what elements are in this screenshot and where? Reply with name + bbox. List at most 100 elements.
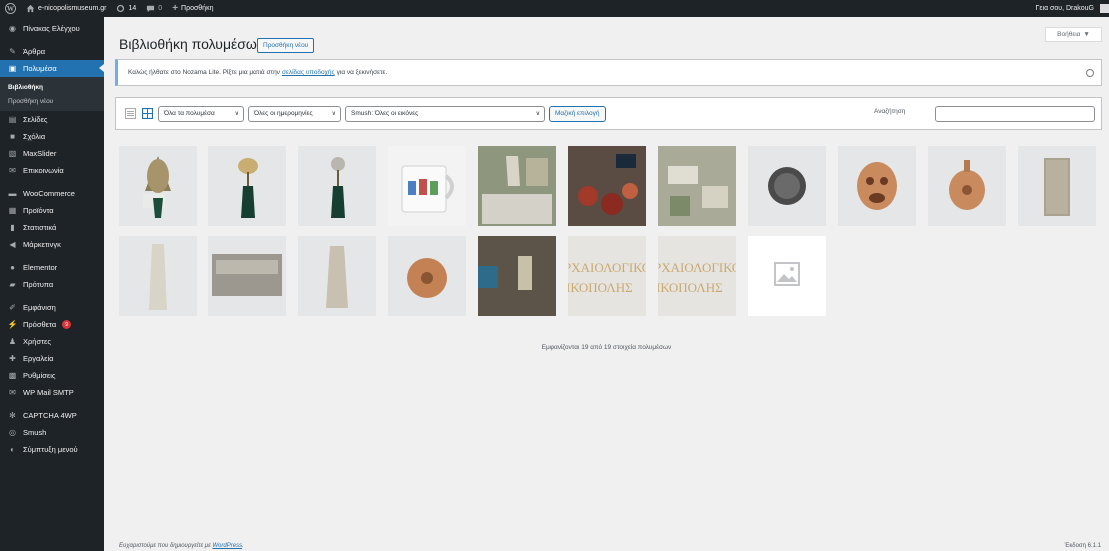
collapse-icon: ◐: [10, 445, 15, 454]
new-content-link[interactable]: + Προσθήκη: [167, 0, 218, 17]
media-item[interactable]: [388, 146, 466, 226]
sidebar-item-label: MaxSlider: [23, 149, 57, 158]
add-new-media-button[interactable]: Προσθήκη νέου: [257, 38, 315, 53]
sidebar-item-captcha[interactable]: ✻ CAPTCHA 4WP: [0, 407, 104, 424]
footer-thanks-text: Ευχαριστούμε που δημιουργείτε με: [119, 543, 211, 549]
sidebar-item-label: WP Mail SMTP: [23, 388, 74, 397]
sidebar-item-wp-mail-smtp[interactable]: ✉ WP Mail SMTP: [0, 384, 104, 401]
media-item[interactable]: [478, 236, 556, 316]
sidebar-item-woocommerce[interactable]: ▬ WooCommerce: [0, 185, 104, 202]
search-input[interactable]: [935, 106, 1095, 122]
banner-line-2-text: ΙΚΟΠΟΛΗΣ: [658, 280, 723, 295]
sidebar-item-label: Εργαλεία: [23, 354, 54, 363]
media-item[interactable]: [298, 146, 376, 226]
welcome-page-link[interactable]: σελίδας υποδοχής: [282, 69, 335, 76]
media-item[interactable]: [658, 146, 736, 226]
tools-icon: ✚: [9, 354, 16, 363]
woo-icon: ▬: [8, 189, 17, 198]
chevron-down-icon: ∨: [331, 111, 336, 117]
dismiss-notice-icon[interactable]: [1086, 69, 1094, 77]
media-item[interactable]: [838, 146, 916, 226]
sidebar-item-settings[interactable]: ▩ Ρυθμίσεις: [0, 367, 104, 384]
exhibition-image: [478, 146, 556, 226]
sidebar-item-posts[interactable]: ✎ Άρθρα: [0, 43, 104, 60]
media-item[interactable]: [119, 146, 197, 226]
plugin-updates-badge: 9: [62, 320, 72, 329]
sidebar-item-plugins[interactable]: ⚡ Πρόσθετα 9: [0, 316, 104, 333]
mail-smtp-icon: ✉: [9, 388, 16, 397]
comments-link[interactable]: 0: [141, 0, 167, 17]
updates-link[interactable]: 14: [111, 0, 141, 17]
home-icon: [26, 4, 35, 13]
sidebar-item-products[interactable]: ▦ Προϊόντα: [0, 202, 104, 219]
sidebar-item-label: Μάρκετινγκ: [23, 240, 61, 249]
media-item[interactable]: [928, 146, 1006, 226]
media-item[interactable]: ΡΧΑΙΟΛΟΓΙΚΟ ΙΚΟΠΟΛΗΣ: [658, 236, 736, 316]
media-type-filter[interactable]: Όλα τα πολυμέσα ∨: [158, 105, 244, 122]
sidebar-item-contact[interactable]: ✉ Επικοινωνία: [0, 162, 104, 179]
oil-lamp-image: [407, 258, 447, 298]
sidebar-item-comments[interactable]: ■ Σχόλια: [0, 128, 104, 145]
site-name-link[interactable]: e-nicopolismuseum.gr: [21, 0, 111, 17]
sidebar-item-users[interactable]: ♟ Χρήστες: [0, 333, 104, 350]
footer-version: Έκδοση 6.1.1: [1064, 543, 1101, 549]
my-account-link[interactable]: Γεια σου, DrakouG: [1031, 0, 1109, 17]
submenu-item-add-new[interactable]: Προσθήκη νέου: [0, 94, 104, 108]
sidebar-item-maxslider[interactable]: ▧ MaxSlider: [0, 145, 104, 162]
elementor-icon: ●: [10, 263, 15, 272]
grid-view-icon[interactable]: [141, 108, 153, 120]
sidebar-item-label: Προϊόντα: [23, 206, 54, 215]
sidebar-item-label: Πολυμέσα: [23, 64, 57, 73]
banner-line-2-text: ΙΚΟΠΟΛΗΣ: [568, 280, 633, 295]
plus-icon: +: [172, 3, 179, 14]
visitors-image: [568, 146, 646, 226]
megaphone-icon: ◀: [9, 240, 16, 249]
help-tab-button[interactable]: Βοήθεια ▼: [1045, 27, 1102, 42]
media-item[interactable]: [748, 146, 826, 226]
sidebar-item-media[interactable]: ▣ Πολυμέσα: [0, 60, 104, 77]
media-item[interactable]: [568, 146, 646, 226]
sidebar-item-label: Στατιστικά: [23, 223, 57, 232]
wp-logo-menu[interactable]: W: [0, 0, 21, 17]
smush-filter[interactable]: Smush: Όλες οι εικόνες ∨: [345, 105, 545, 122]
tassel-image: [238, 158, 258, 218]
sidebar-item-label: CAPTCHA 4WP: [23, 411, 77, 420]
media-item[interactable]: [1018, 146, 1096, 226]
media-item[interactable]: ΡΧΑΙΟΛΟΓΙΚΟ ΙΚΟΠΟΛΗΣ: [568, 236, 646, 316]
media-item[interactable]: [478, 146, 556, 226]
sidebar-item-marketing[interactable]: ◀ Μάρκετινγκ: [0, 236, 104, 253]
updates-icon: [117, 4, 125, 13]
comments-count: 0: [158, 5, 163, 12]
coin-image: [768, 167, 806, 205]
smush-icon: ◎: [9, 428, 16, 437]
media-count-text: Εμφανίζονται 19 από 19 στοιχεία πολυμέσω…: [541, 344, 672, 351]
list-view-icon[interactable]: [124, 108, 136, 120]
sidebar-item-elementor[interactable]: ● Elementor: [0, 259, 104, 276]
sidebar-item-pages[interactable]: ▤ Σελίδες: [0, 111, 104, 128]
media-item[interactable]: [208, 146, 286, 226]
relief-image: [212, 254, 282, 296]
stats-icon: ▮: [10, 223, 15, 232]
mail-icon: ✉: [9, 166, 16, 175]
collapse-menu-button[interactable]: ◐ Σύμπτυξη μενού: [0, 441, 104, 458]
sidebar-item-tools[interactable]: ✚ Εργαλεία: [0, 350, 104, 367]
sidebar-item-appearance[interactable]: ✐ Εμφάνιση: [0, 299, 104, 316]
sidebar-item-stats[interactable]: ▮ Στατιστικά: [0, 219, 104, 236]
submenu-item-library[interactable]: Βιβλιοθήκη: [0, 80, 104, 94]
brush-icon: ✐: [9, 303, 16, 312]
media-item[interactable]: [298, 236, 376, 316]
sidebar-item-templates[interactable]: ▰ Πρότυπα: [0, 276, 104, 293]
media-item[interactable]: [748, 236, 826, 316]
welcome-notice: Καλώς ήλθατε στο Nozama Lite. Ρίξτε μια …: [115, 59, 1102, 86]
bulk-select-button[interactable]: Μαζική επιλογή: [549, 105, 606, 122]
date-filter[interactable]: Όλες οι ημερομηνίες ∨: [248, 105, 341, 122]
mug-image: [401, 165, 454, 213]
sidebar-item-label: Smush: [23, 428, 47, 437]
sidebar-item-smush[interactable]: ◎ Smush: [0, 424, 104, 441]
sidebar-item-dashboard[interactable]: ◉ Πίνακας Ελέγχου: [0, 20, 104, 37]
media-item[interactable]: [388, 236, 466, 316]
media-item[interactable]: [208, 236, 286, 316]
wordpress-link[interactable]: WordPress: [212, 543, 242, 549]
settings-icon: ▩: [8, 371, 17, 380]
media-item[interactable]: [119, 236, 197, 316]
